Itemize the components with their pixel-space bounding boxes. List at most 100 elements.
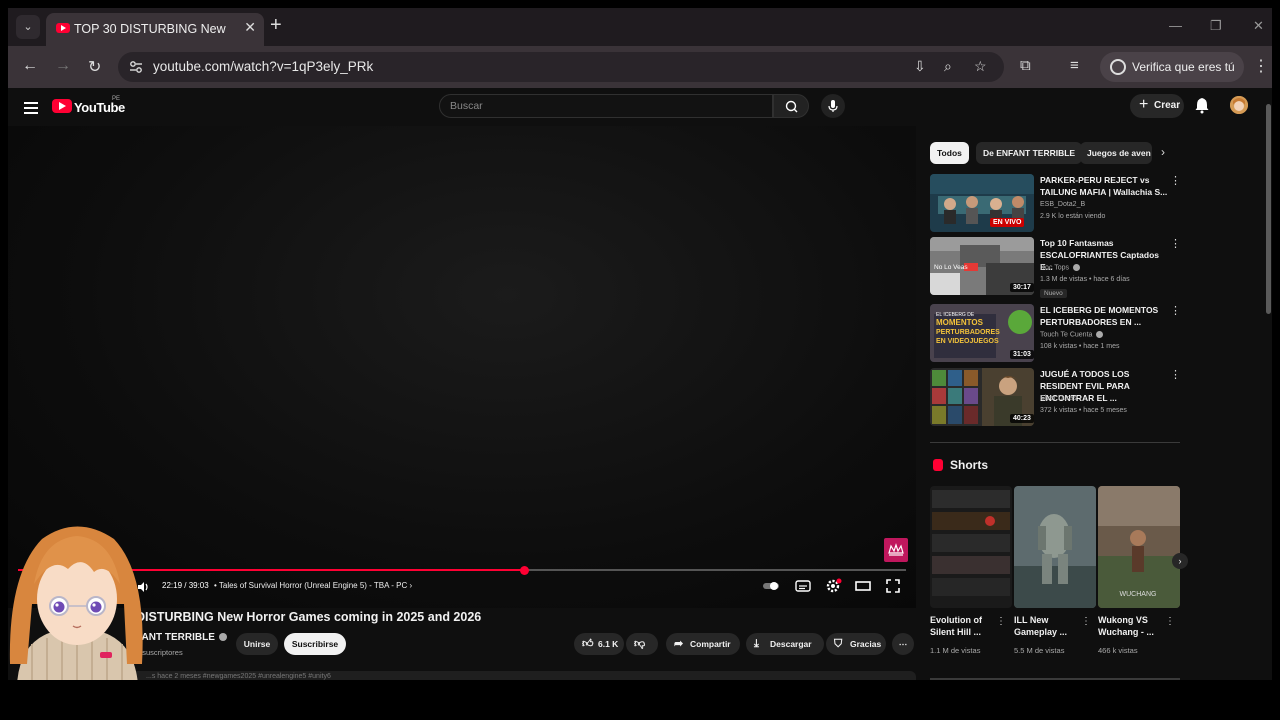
- subtitles-icon[interactable]: [794, 578, 812, 594]
- youtube-favicon-icon: [56, 23, 70, 33]
- browser-menu-icon[interactable]: ⋮: [1253, 56, 1269, 76]
- recommendation-channel[interactable]: Touch Te Cuenta: [1040, 331, 1104, 339]
- new-badge: Nuevo: [1040, 289, 1067, 298]
- minimize-icon[interactable]: —: [1169, 18, 1182, 33]
- screen-bottom-bar: [0, 680, 1280, 720]
- more-options-icon[interactable]: ⋮: [1170, 304, 1181, 317]
- media-control-icon[interactable]: ≡: [1070, 57, 1079, 74]
- recommendation-title[interactable]: PARKER-PERU REJECT vs TAILUNG MAFIA | Wa…: [1040, 174, 1168, 198]
- notifications-bell-icon[interactable]: [1194, 96, 1210, 114]
- chip-channel[interactable]: De ENFANT TERRIBLE: [976, 142, 1083, 164]
- more-options-icon[interactable]: ⋮: [996, 616, 1006, 627]
- youtube-wordmark[interactable]: YouTube: [74, 100, 125, 115]
- restore-icon[interactable]: ❐: [1210, 18, 1222, 34]
- settings-gear-icon[interactable]: [824, 578, 842, 594]
- address-bar[interactable]: youtube.com/watch?v=1qP3ely_PRk ⇩ ⌕ ☆: [118, 52, 1004, 82]
- reload-icon[interactable]: ↻: [88, 57, 101, 77]
- search-box[interactable]: [439, 94, 773, 118]
- short-title[interactable]: ILL New Gameplay ...: [1014, 614, 1084, 638]
- thanks-button[interactable]: ⛉ Gracias: [826, 633, 886, 655]
- recommendation-meta: 108 k vistas • hace 1 mes: [1040, 343, 1120, 350]
- live-badge: EN VIVO: [990, 218, 1025, 227]
- like-button[interactable]: 👍︎ 6.1 K: [574, 633, 624, 655]
- recommendation-item[interactable]: No Lo Veas 30:17 Top 10 Fantasmas ESCALO…: [930, 237, 1182, 298]
- channel-text: Doc Tops: [1040, 264, 1070, 272]
- create-button[interactable]: + Crear: [1130, 94, 1184, 118]
- install-app-icon[interactable]: ⇩: [914, 58, 926, 75]
- share-button[interactable]: ➦ Compartir: [666, 633, 740, 655]
- search-input[interactable]: [450, 100, 750, 112]
- vtuber-avatar: [9, 526, 143, 680]
- shorts-next-icon[interactable]: ›: [1172, 553, 1188, 569]
- description-box[interactable]: ...s hace 2 meses #newgames2025 #unreale…: [126, 671, 916, 680]
- search-icon: [785, 100, 798, 113]
- search-button[interactable]: [773, 94, 809, 118]
- download-label: Descargar: [770, 639, 812, 649]
- subscribe-button[interactable]: Suscribirse: [284, 633, 346, 655]
- short-title[interactable]: Wukong VS Wuchang - ...: [1098, 614, 1168, 638]
- site-info-icon[interactable]: [128, 59, 144, 75]
- recommendation-meta: 372 k vistas • hace 5 meses: [1040, 407, 1127, 414]
- recommendation-item[interactable]: EN VIVO PARKER-PERU REJECT vs TAILUNG MA…: [930, 174, 1182, 234]
- page-scrollbar[interactable]: [1266, 104, 1271, 314]
- account-avatar[interactable]: [1230, 96, 1248, 114]
- divider: [930, 442, 1180, 443]
- download-button[interactable]: ⤓ Descargar: [746, 633, 824, 655]
- short-thumbnail[interactable]: WUCHANG: [1098, 486, 1180, 608]
- chip-adventure-games[interactable]: Juegos de aven: [1080, 142, 1152, 164]
- duration-badge: 31:03: [1010, 350, 1034, 359]
- chip-all[interactable]: Todos: [930, 142, 969, 164]
- browser-window: ⌄ TOP 30 DISTURBING New Horror Games com…: [8, 8, 1272, 680]
- dislike-button[interactable]: 👎︎: [626, 633, 658, 655]
- share-icon: ➦: [674, 638, 684, 650]
- profile-verify-button[interactable]: Verifica que eres tú: [1100, 52, 1244, 82]
- channel-text: Touch Te Cuenta: [1040, 331, 1093, 339]
- active-tab[interactable]: TOP 30 DISTURBING New Horror Games comin…: [46, 13, 264, 46]
- close-tab-icon[interactable]: ✕: [244, 19, 256, 36]
- close-window-icon[interactable]: ✕: [1253, 18, 1264, 34]
- more-options-icon[interactable]: ⋮: [1081, 616, 1091, 627]
- short-thumbnail[interactable]: [1014, 486, 1096, 608]
- video-title: DISTURBING New Horror Games coming in 20…: [136, 610, 482, 624]
- short-title[interactable]: Evolution of Silent Hill ...: [930, 614, 1000, 638]
- extensions-icon[interactable]: ⧉: [1020, 57, 1031, 74]
- time-display: 22:19 / 39:03: [162, 581, 209, 590]
- recommendation-title[interactable]: EL ICEBERG DE MOMENTOS PERTURBADORES EN …: [1040, 304, 1168, 328]
- microphone-icon: [828, 100, 838, 112]
- recommendation-item[interactable]: EL ICEBERG DE MOMENTOS PERTURBADORES EN …: [930, 304, 1182, 364]
- chapter-title[interactable]: • Tales of Survival Horror (Unreal Engin…: [214, 581, 412, 590]
- zoom-icon[interactable]: ⌕: [944, 58, 952, 75]
- menu-icon[interactable]: [24, 102, 38, 117]
- profile-icon: [1110, 59, 1126, 75]
- forward-icon[interactable]: →: [55, 57, 71, 75]
- thumbnail-caption: No Lo Veas: [934, 264, 968, 271]
- new-tab-icon[interactable]: +: [270, 15, 282, 35]
- more-actions-icon[interactable]: ⋯: [892, 633, 914, 655]
- recommendation-channel[interactable]: Elver Duras: [1040, 395, 1077, 402]
- verified-badge-icon: [218, 633, 227, 642]
- tab-strip: ⌄ TOP 30 DISTURBING New Horror Games com…: [8, 8, 1272, 46]
- short-thumbnail[interactable]: [930, 486, 1012, 608]
- description-text: ...s hace 2 meses #newgames2025 #unreale…: [146, 673, 331, 680]
- more-options-icon[interactable]: ⋮: [1170, 368, 1181, 381]
- autoplay-toggle-icon[interactable]: [762, 578, 780, 594]
- bookmark-star-icon[interactable]: ☆: [974, 58, 987, 75]
- country-code: PE: [112, 96, 121, 102]
- more-options-icon[interactable]: ⋮: [1165, 616, 1175, 627]
- recommendation-item[interactable]: 40:23 JUGUÉ A TODOS LOS RESIDENT EVIL PA…: [930, 368, 1182, 428]
- plus-icon: +: [1139, 96, 1149, 113]
- recommendation-channel[interactable]: Doc Tops: [1040, 264, 1081, 272]
- tab-search-icon[interactable]: ⌄: [16, 15, 40, 39]
- voice-search-button[interactable]: [821, 94, 845, 118]
- chevron-right-icon[interactable]: ›: [1161, 145, 1165, 159]
- channel-watermark-icon[interactable]: [884, 538, 908, 562]
- more-options-icon[interactable]: ⋮: [1170, 174, 1181, 187]
- theater-mode-icon[interactable]: [854, 578, 872, 594]
- short-views: 466 k vistas: [1098, 646, 1138, 655]
- youtube-logo-icon[interactable]: [52, 99, 72, 113]
- recommendation-channel[interactable]: ESB_Dota2_B: [1040, 201, 1085, 208]
- back-icon[interactable]: ←: [22, 57, 38, 75]
- fullscreen-icon[interactable]: [884, 578, 902, 594]
- join-button[interactable]: Unirse: [236, 633, 278, 655]
- more-options-icon[interactable]: ⋮: [1170, 237, 1181, 250]
